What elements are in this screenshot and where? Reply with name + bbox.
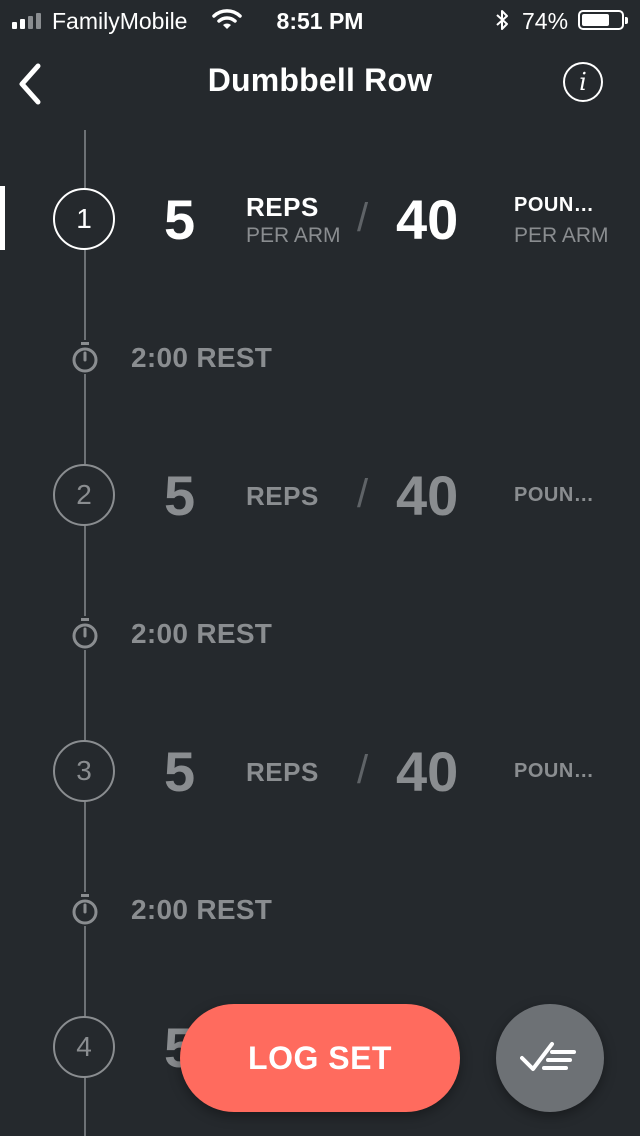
rest-label: 2:00 REST <box>131 894 273 925</box>
set-reps-unit: REPS <box>246 481 319 511</box>
set-weight-unit: POUN… <box>514 484 595 506</box>
info-icon[interactable]: i <box>563 62 603 102</box>
set-weight-value[interactable]: 40 <box>396 180 458 260</box>
set-separator: / <box>357 472 369 516</box>
stopwatch-icon <box>70 892 100 926</box>
battery-icon <box>578 10 628 30</box>
set-reps-unit: REPS <box>246 192 319 222</box>
set-weight-unit: POUN… <box>514 194 595 216</box>
status-bar: FamilyMobile 8:51 PM 74% <box>0 0 640 40</box>
rest-row-3[interactable]: 2:00 REST <box>0 890 640 930</box>
rest-row-2[interactable]: 2:00 REST <box>0 614 640 654</box>
set-number-badge: 1 <box>53 188 115 250</box>
rest-label: 2:00 REST <box>131 342 273 373</box>
set-weight-value[interactable]: 40 <box>396 732 458 812</box>
checklist-icon <box>520 1042 576 1071</box>
set-reps-value[interactable]: 5 <box>164 180 195 260</box>
stopwatch-icon <box>70 340 100 374</box>
rest-row-1[interactable]: 2:00 REST <box>0 338 640 378</box>
stopwatch-icon <box>70 616 100 650</box>
bluetooth-icon <box>494 8 510 38</box>
set-row-2[interactable]: 2 5 REPS / 40 POUN… <box>0 456 640 536</box>
battery-percent: 74% <box>522 8 569 34</box>
page-title: Dumbbell Row <box>207 62 433 98</box>
rest-label: 2:00 REST <box>131 618 273 649</box>
set-number-badge: 2 <box>53 464 115 526</box>
set-reps-unit: REPS <box>246 757 319 787</box>
set-row-1[interactable]: 1 5 REPS PER ARM / 40 POUN… PER ARM <box>0 180 640 260</box>
set-separator: / <box>357 748 369 792</box>
complete-workout-button[interactable] <box>496 1004 604 1112</box>
set-number-badge: 3 <box>53 740 115 802</box>
set-reps-value[interactable]: 5 <box>164 732 195 812</box>
set-reps-value[interactable]: 5 <box>164 456 195 536</box>
set-number-badge: 4 <box>53 1016 115 1078</box>
set-weight-unit: POUN… <box>514 760 595 782</box>
set-weight-value[interactable]: 40 <box>396 456 458 536</box>
set-separator: / <box>357 196 369 240</box>
set-weight-per-arm: PER ARM <box>514 224 609 247</box>
set-reps-per-arm: PER ARM <box>246 224 341 247</box>
log-set-button[interactable]: LOG SET <box>180 1004 460 1112</box>
set-row-3[interactable]: 3 5 REPS / 40 POUN… <box>0 732 640 812</box>
